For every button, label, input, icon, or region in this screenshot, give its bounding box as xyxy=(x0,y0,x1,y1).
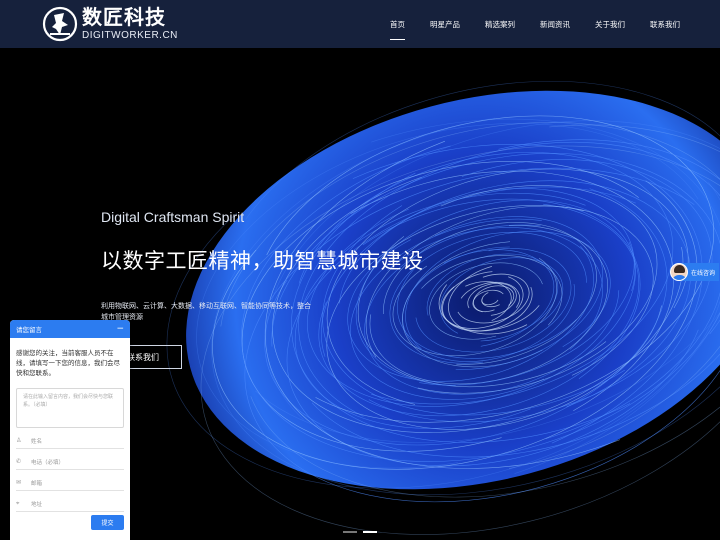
online-chat-label: 在线咨询 xyxy=(691,269,716,277)
email-field[interactable]: ✉ 邮箱 xyxy=(16,475,124,491)
top-header: 数匠科技 DIGITWORKER.CN 首页 明星产品 精选案列 新闻资讯 关于… xyxy=(0,0,720,48)
main-nav: 首页 明星产品 精选案列 新闻资讯 关于我们 联系我们 xyxy=(365,0,680,48)
hero-subtitle: Digital Craftsman Spirit xyxy=(101,209,245,225)
phone-field[interactable]: ✆ 电话（必填） xyxy=(16,454,124,470)
logo-title: 数匠科技 xyxy=(82,5,166,29)
nav-products[interactable]: 明星产品 xyxy=(430,15,460,34)
email-field-placeholder: 邮箱 xyxy=(31,480,43,487)
logo-mark-icon xyxy=(42,6,78,42)
user-icon: ♙ xyxy=(16,437,22,444)
nav-contact[interactable]: 联系我们 xyxy=(650,15,680,34)
nav-news[interactable]: 新闻资讯 xyxy=(540,15,570,34)
phone-field-placeholder: 电话（必填） xyxy=(31,459,65,466)
nav-cases[interactable]: 精选案列 xyxy=(485,15,515,34)
message-panel-header: 请您留言 − xyxy=(10,320,130,338)
name-field[interactable]: ♙ 姓名 xyxy=(16,433,124,449)
submit-button[interactable]: 提交 xyxy=(91,515,124,530)
message-intro: 感谢您的关注，当前客服人员不在线，请填写一下您的信息，我们会尽快和您联系。 xyxy=(16,349,120,377)
logo-subtitle: DIGITWORKER.CN xyxy=(82,30,178,41)
mail-icon: ✉ xyxy=(16,479,22,486)
address-field[interactable]: ⌖ 地址 xyxy=(16,496,124,512)
slider-dot-1[interactable] xyxy=(343,531,357,533)
message-panel-title: 请您留言 xyxy=(16,326,42,334)
name-field-placeholder: 姓名 xyxy=(31,438,43,445)
message-panel: 请您留言 − 感谢您的关注，当前客服人员不在线，请填写一下您的信息，我们会尽快和… xyxy=(10,320,130,540)
nav-home[interactable]: 首页 xyxy=(390,15,405,40)
hero-title: 以数字工匠精神，助智慧城市建设 xyxy=(101,249,424,273)
slider-dot-2[interactable] xyxy=(363,531,377,533)
address-field-placeholder: 地址 xyxy=(31,501,43,508)
minus-icon[interactable]: − xyxy=(116,324,124,334)
message-textarea[interactable]: 请在此输入留言内容，我们会尽快与您联系。（必填） xyxy=(16,388,124,428)
slider-pagination xyxy=(343,531,383,533)
hero-description: 利用物联网、云计算、大数据、移动互联网、智能协同等技术，整合城市管理资源 xyxy=(101,302,311,321)
logo[interactable]: 数匠科技 DIGITWORKER.CN xyxy=(42,4,178,44)
location-icon: ⌖ xyxy=(16,499,20,507)
phone-icon: ✆ xyxy=(16,458,22,465)
online-chat-button[interactable]: 在线咨询 xyxy=(670,263,719,281)
nav-about[interactable]: 关于我们 xyxy=(595,15,625,34)
agent-avatar-icon xyxy=(670,263,688,281)
